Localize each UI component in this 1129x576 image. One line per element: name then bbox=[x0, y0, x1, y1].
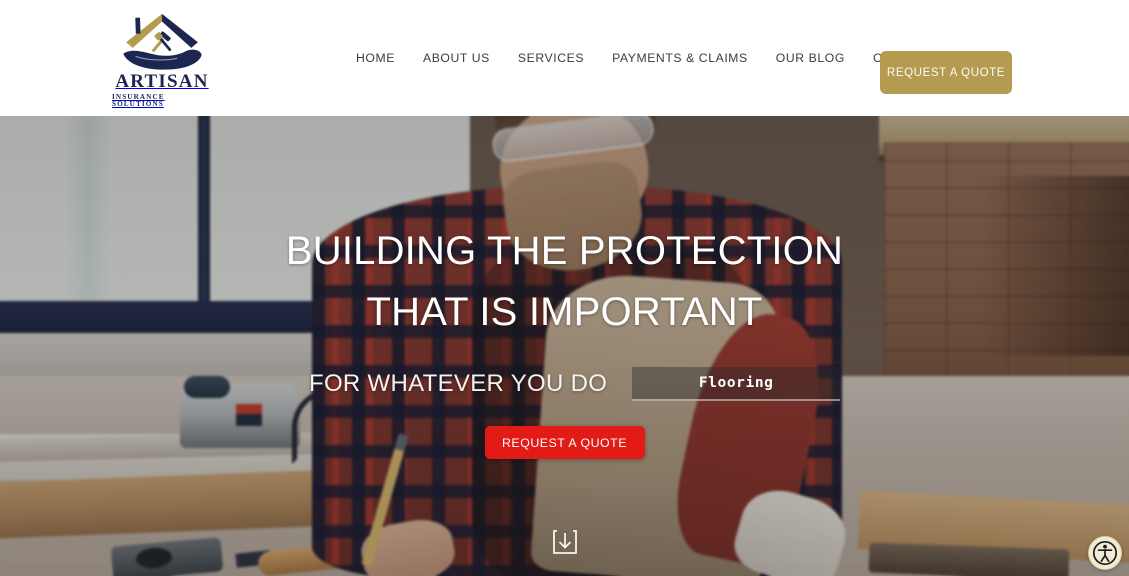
hero-headline-line2: THAT IS IMPORTANT bbox=[366, 290, 763, 334]
hero-request-quote-button[interactable]: REQUEST A QUOTE bbox=[484, 426, 645, 459]
nav-item-home[interactable]: HOME bbox=[352, 52, 409, 64]
nav-item-about-us[interactable]: ABOUT US bbox=[409, 52, 504, 64]
site-header: ARTISAN INSURANCE SOLUTIONS HOME ABOUT U… bbox=[0, 0, 1129, 116]
main-navigation: HOME ABOUT US SERVICES PAYMENTS & CLAIMS… bbox=[352, 0, 971, 116]
nav-item-our-blog[interactable]: OUR BLOG bbox=[762, 52, 859, 64]
download-arrow-icon bbox=[552, 530, 577, 554]
hero-subheadline-static: FOR WHATEVER YOU DO bbox=[309, 370, 608, 397]
accessibility-person-icon bbox=[1092, 540, 1118, 566]
hero-content: BUILDING THE PROTECTION THAT IS IMPORTAN… bbox=[0, 116, 1129, 576]
scroll-down-button[interactable] bbox=[547, 524, 583, 560]
site-logo[interactable]: ARTISAN INSURANCE SOLUTIONS bbox=[112, 12, 212, 108]
hero-rotating-word-box: Flooring bbox=[632, 367, 841, 401]
accessibility-widget-button[interactable] bbox=[1088, 536, 1122, 570]
hero-headline-line1: BUILDING THE PROTECTION bbox=[285, 229, 844, 273]
logo-tagline: INSURANCE SOLUTIONS bbox=[112, 92, 165, 108]
header-request-quote-button[interactable]: REQUEST A QUOTE bbox=[880, 51, 1012, 94]
hero-subheadline-row: FOR WHATEVER YOU DO Flooring bbox=[0, 367, 1129, 401]
roof-hand-tools-logo-icon bbox=[123, 13, 202, 70]
nav-item-services[interactable]: SERVICES bbox=[504, 52, 598, 64]
page-root: ARTISAN INSURANCE SOLUTIONS HOME ABOUT U… bbox=[0, 0, 1129, 576]
logo-brand-name: ARTISAN bbox=[115, 70, 209, 92]
hero-rotating-word: Flooring bbox=[698, 375, 774, 391]
hero-section: BUILDING THE PROTECTION THAT IS IMPORTAN… bbox=[0, 116, 1129, 576]
nav-item-payments-claims[interactable]: PAYMENTS & CLAIMS bbox=[598, 52, 762, 64]
